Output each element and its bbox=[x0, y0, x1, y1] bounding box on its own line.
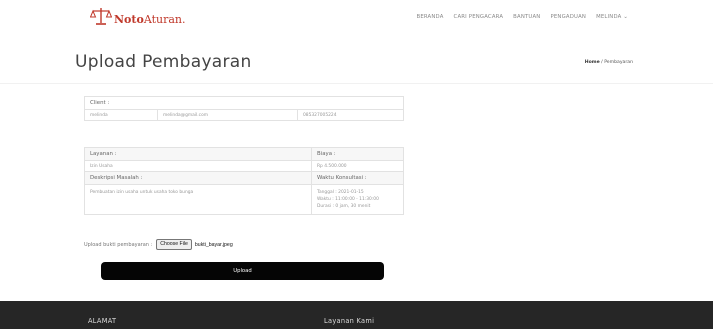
layanan-label: Layanan : bbox=[84, 147, 312, 161]
brand-name: NotoAturan. bbox=[114, 13, 186, 26]
breadcrumb-separator: / bbox=[601, 60, 603, 65]
biaya-value: Rp 4.500.000 bbox=[311, 160, 404, 172]
waktu-value: Waktu : 11:00:00 - 11:30:00 bbox=[317, 197, 379, 202]
nav-pengaduan[interactable]: PENGADUAN bbox=[550, 13, 586, 21]
main-nav: BERANDA CARI PENGACARA BANTUAN PENGADUAN… bbox=[407, 13, 629, 21]
page-title: Upload Pembayaran bbox=[75, 52, 252, 72]
client-phone: 085327005224 bbox=[297, 109, 404, 121]
scales-icon bbox=[90, 8, 112, 25]
nav-cari-pengacara[interactable]: CARI PENGACARA bbox=[454, 13, 504, 21]
footer-layanan-heading: Layanan Kami bbox=[324, 317, 375, 325]
tanggal-value: Tanggal : 2021-01-15 bbox=[317, 190, 364, 195]
upload-row: Upload bukti pembayaran : Choose File bu… bbox=[84, 239, 233, 250]
waktu-label: Waktu Konsultasi : bbox=[311, 171, 404, 185]
client-table: Client : melinda melinda@gmail.com 08532… bbox=[84, 96, 404, 121]
upload-label: Upload bukti pembayaran : bbox=[84, 241, 153, 248]
durasi-value: Durasi : 0 jam, 30 menit bbox=[317, 204, 371, 209]
footer: ALAMAT Layanan Kami bbox=[0, 301, 713, 329]
client-email: melinda@gmail.com bbox=[157, 109, 298, 121]
nav-bantuan[interactable]: BANTUAN bbox=[513, 13, 540, 21]
header-divider bbox=[0, 83, 713, 84]
deskripsi-label: Deskripsi Masalah : bbox=[84, 171, 312, 185]
biaya-label: Biaya : bbox=[311, 147, 404, 161]
footer-alamat-heading: ALAMAT bbox=[88, 317, 117, 325]
waktu-konsultasi-details: Tanggal : 2021-01-15 Waktu : 11:00:00 - … bbox=[311, 184, 404, 215]
client-name: melinda bbox=[84, 109, 158, 121]
upload-button[interactable]: Upload bbox=[101, 262, 384, 280]
breadcrumb-current: Pembayaran bbox=[604, 60, 633, 65]
choose-file-button[interactable]: Choose File bbox=[156, 239, 192, 250]
selected-file-name: bukti_bayar.jpeg bbox=[194, 241, 233, 248]
deskripsi-value: Pembuatan izin usaha untuk usaha toko bu… bbox=[84, 184, 312, 215]
nav-beranda[interactable]: BERANDA bbox=[417, 13, 444, 21]
brand-logo[interactable]: NotoAturan. bbox=[90, 4, 185, 26]
breadcrumb-home[interactable]: Home bbox=[585, 60, 600, 65]
nav-user-menu[interactable]: MELINDA ⌄ bbox=[596, 13, 628, 21]
layanan-value: Izin Usaha bbox=[84, 160, 312, 172]
breadcrumb: Home / Pembayaran bbox=[585, 60, 633, 65]
service-table: Layanan : Biaya : Izin Usaha Rp 4.500.00… bbox=[84, 147, 404, 215]
navbar: NotoAturan. BERANDA CARI PENGACARA BANTU… bbox=[0, 0, 713, 36]
client-header: Client : bbox=[84, 96, 404, 110]
